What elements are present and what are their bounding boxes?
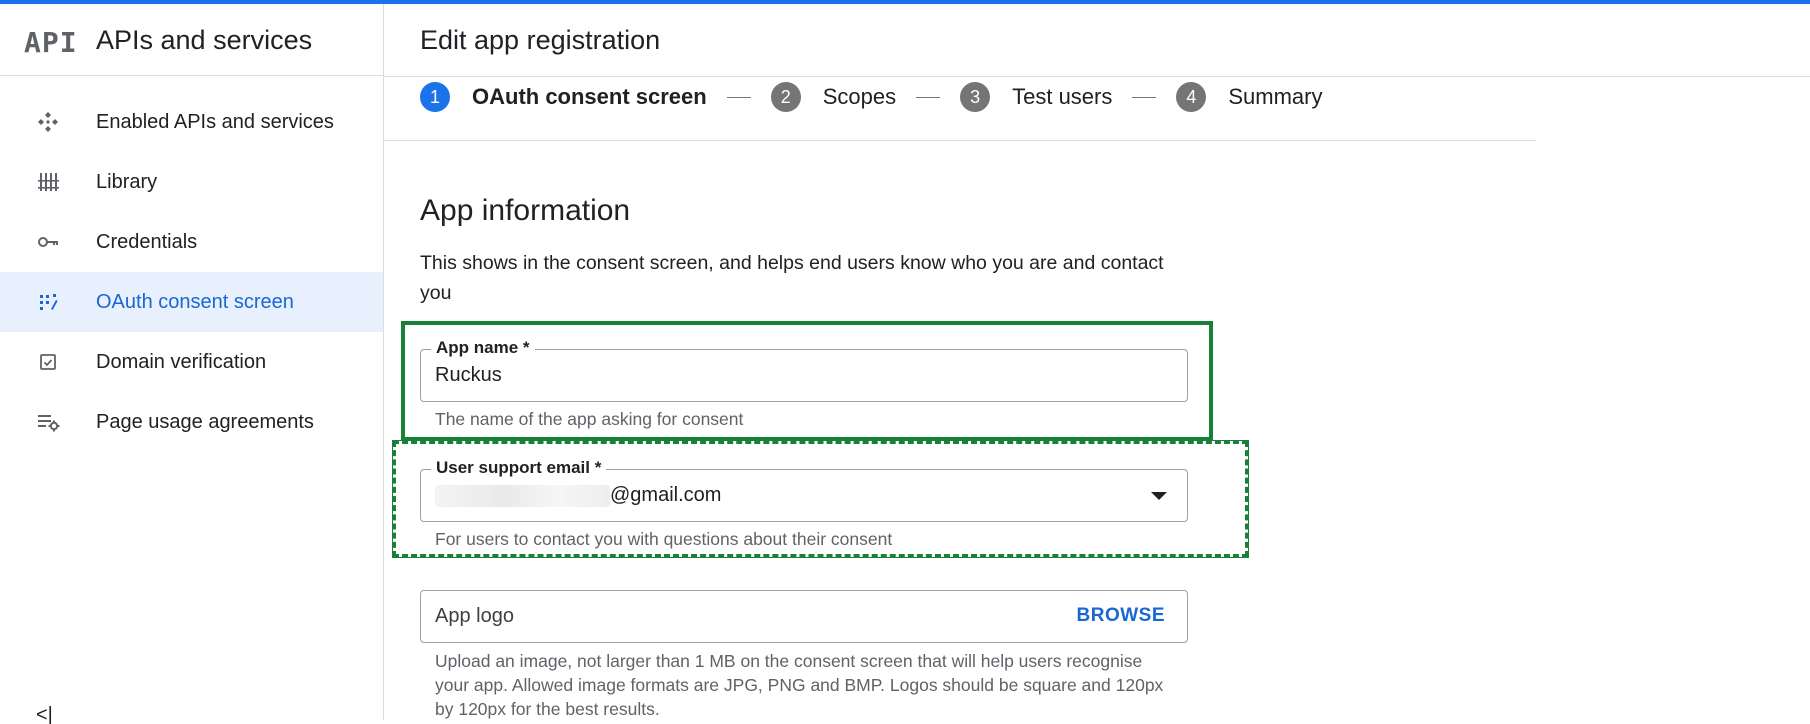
redacted-email-prefix — [435, 484, 610, 507]
oauth-consent-icon — [36, 290, 60, 314]
sidebar-item-enabled-apis[interactable]: Enabled APIs and services — [0, 92, 383, 152]
checkbox-icon — [36, 350, 60, 374]
stepper: 1 OAuth consent screen 2 Scopes 3 Test u… — [420, 78, 1323, 116]
sidebar-item-label: Credentials — [96, 230, 198, 253]
section-description: This shows in the consent screen, and he… — [420, 252, 1164, 304]
step-number: 4 — [1176, 82, 1207, 112]
sidebar-item-label: OAuth consent screen — [96, 290, 294, 313]
sidebar-item-credentials[interactable]: Credentials — [0, 212, 383, 272]
support-email-help: For users to contact you with questions … — [435, 529, 893, 549]
sidebar: API APIs and services Enabled APIs and s… — [0, 4, 384, 724]
app-name-field[interactable]: App name * Ruckus — [420, 338, 1188, 402]
sidebar-item-label: Page usage agreements — [96, 410, 314, 433]
app-logo-field[interactable]: App logo BROWSE — [420, 590, 1188, 643]
step-oauth-consent[interactable]: 1 OAuth consent screen — [420, 82, 707, 112]
step-number: 2 — [770, 82, 801, 112]
support-email-domain: @gmail.com — [610, 484, 722, 506]
stepper-divider — [384, 140, 1536, 141]
step-number: 1 — [420, 82, 450, 112]
key-icon — [36, 230, 60, 254]
sidebar-item-label: Enabled APIs and services — [96, 110, 334, 133]
app-name-help: The name of the app asking for consent — [435, 409, 744, 429]
sidebar-item-oauth-consent[interactable]: OAuth consent screen — [0, 272, 383, 332]
main-content: Edit app registration 1 OAuth consent sc… — [384, 4, 1810, 720]
step-scopes[interactable]: 2 Scopes — [770, 82, 897, 112]
step-number: 3 — [960, 82, 991, 112]
app-name-value: Ruckus — [435, 364, 502, 386]
step-summary[interactable]: 4 Summary — [1176, 82, 1323, 112]
api-logo: API — [24, 26, 78, 59]
main-header: Edit app registration — [384, 4, 1810, 77]
collapse-sidebar-icon[interactable]: <| — [36, 704, 53, 724]
sidebar-header: API APIs and services — [0, 4, 383, 76]
enabled-apis-icon — [36, 110, 60, 134]
support-email-select[interactable]: User support email * @gmail.com — [420, 458, 1188, 522]
sidebar-item-label: Library — [96, 170, 158, 193]
step-separator — [726, 96, 751, 98]
app-logo-placeholder: App logo — [435, 605, 514, 627]
step-separator — [1132, 96, 1157, 98]
dropdown-arrow-icon[interactable] — [1151, 492, 1167, 500]
step-label: OAuth consent screen — [472, 84, 707, 109]
sidebar-item-library[interactable]: Library — [0, 152, 383, 212]
settings-list-icon — [36, 410, 60, 434]
support-email-label: User support email * — [431, 458, 607, 478]
sidebar-title: APIs and services — [96, 25, 313, 55]
sidebar-item-domain-verification[interactable]: Domain verification — [0, 332, 383, 392]
sidebar-item-page-usage[interactable]: Page usage agreements — [0, 392, 383, 452]
page-title: Edit app registration — [420, 25, 661, 55]
support-email-value: @gmail.com — [435, 484, 721, 507]
step-label: Test users — [1012, 84, 1113, 109]
library-icon — [36, 170, 60, 194]
step-separator — [916, 96, 941, 98]
step-label: Summary — [1228, 84, 1323, 109]
app-name-label: App name * — [431, 338, 535, 358]
step-test-users[interactable]: 3 Test users — [960, 82, 1112, 112]
app-logo-help: Upload an image, not larger than 1 MB on… — [435, 651, 1164, 719]
step-label: Scopes — [822, 84, 897, 109]
browse-button[interactable]: BROWSE — [1077, 605, 1166, 627]
sidebar-item-label: Domain verification — [96, 350, 267, 373]
section-title: App information — [420, 194, 631, 227]
